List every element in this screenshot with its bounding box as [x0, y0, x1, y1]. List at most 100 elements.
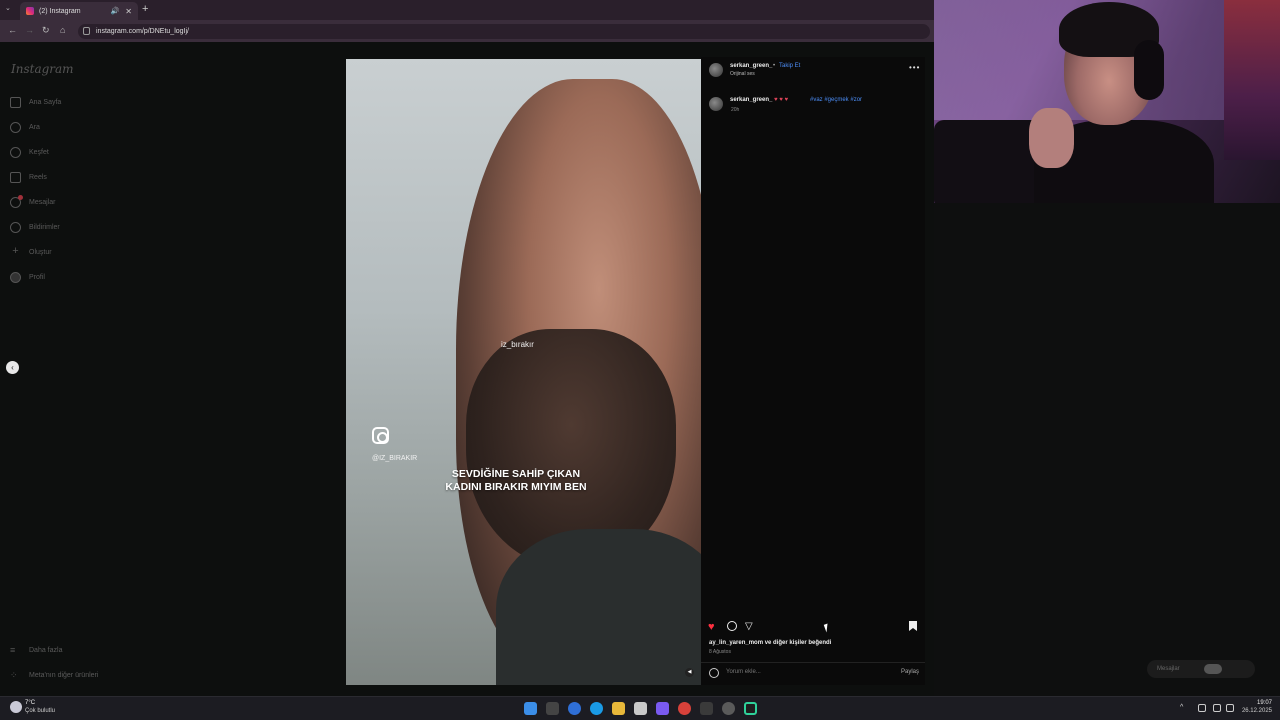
site-info-icon[interactable] [83, 27, 90, 35]
instagram-logo[interactable]: Instagram [11, 62, 74, 76]
avatar-icon [10, 271, 21, 283]
caption-emoji: ♥ ♥ ♥ [774, 97, 789, 103]
avatar[interactable] [709, 63, 723, 77]
webcam-hand [1029, 108, 1074, 168]
sidebar-item-label: Mesajlar [29, 198, 56, 206]
sidebar-item-create[interactable]: + Oluştur [10, 244, 52, 259]
sidebar-item-label: Keşfet [29, 148, 49, 156]
browser-tab-instagram[interactable]: (2) Instagram 🔊 ✕ [20, 2, 138, 20]
sidebar-item-label: Reels [29, 173, 47, 181]
address-bar[interactable]: instagram.com/p/DNEtu_logIj/ [78, 24, 930, 39]
app-icon[interactable] [568, 702, 581, 715]
audio-label[interactable]: Orijinal ses [730, 71, 755, 77]
separator-dot: • [773, 63, 776, 69]
likes-summary[interactable]: ay_lin_yaren_mom ve diğer kişiler beğend… [709, 640, 831, 646]
plus-icon: + [12, 244, 19, 257]
browser-tab-strip [0, 0, 934, 20]
follow-button[interactable]: Takip Et [779, 63, 800, 69]
divider [701, 662, 925, 663]
sidebar-item-label: Oluştur [29, 248, 52, 256]
url-text: instagram.com/p/DNEtu_logIj/ [96, 28, 189, 35]
video-watermark: iz_bırakır [501, 340, 534, 349]
task-view-icon[interactable] [546, 702, 559, 715]
tray-chevron-up-icon[interactable]: ^ [1180, 704, 1183, 711]
video-caption: SEVDİĞİNE SAHİP ÇIKAN KADINI BIRAKIR MIY… [406, 468, 626, 494]
sidebar-item-meta-products[interactable]: ⁘ Meta'nın diğer ürünleri [10, 668, 98, 682]
discord-icon[interactable] [656, 702, 669, 715]
clock-time[interactable]: 19:07 [1242, 700, 1272, 706]
obs-recording-icon[interactable] [744, 702, 757, 715]
sidebar-item-label: Ana Sayfa [29, 98, 62, 106]
post-video[interactable]: iz_bırakır @IZ_BIRAKIR SEVDİĞİNE SAHİP Ç… [346, 59, 701, 685]
chrome-browser-icon[interactable] [678, 702, 691, 715]
home-icon [10, 96, 21, 108]
weather-description[interactable]: Çok bulutlu [25, 708, 55, 714]
search-icon [10, 121, 21, 133]
instagram-icon [372, 427, 389, 444]
video-handle: @IZ_BIRAKIR [372, 455, 418, 462]
video-caption-line: KADINI BIRAKIR MIYIM BEN [445, 481, 587, 493]
store-icon[interactable] [634, 702, 647, 715]
sidebar-item-reels[interactable]: Reels [10, 170, 47, 184]
headset-icon [1134, 40, 1164, 100]
share-icon[interactable]: ▽ [745, 621, 753, 632]
file-explorer-icon[interactable] [612, 702, 625, 715]
caption-avatar[interactable] [709, 97, 723, 111]
like-heart-icon[interactable]: ♥ [708, 621, 715, 633]
close-tab-icon[interactable]: ✕ [125, 7, 132, 16]
network-icon[interactable] [1213, 704, 1221, 712]
sidebar-item-profile[interactable]: Profil [10, 270, 45, 284]
tab-audio-icon[interactable]: 🔊 [111, 7, 120, 15]
sidebar-item-home[interactable]: Ana Sayfa [10, 95, 61, 109]
heart-icon [10, 221, 21, 233]
post-details-panel [701, 57, 925, 685]
back-arrow-icon[interactable]: ← [8, 25, 17, 35]
menu-icon: ≡ [10, 644, 16, 655]
home-button-icon[interactable]: ⌂ [60, 25, 65, 35]
sidebar-item-label: Daha fazla [29, 646, 63, 654]
emoji-icon[interactable] [709, 668, 719, 678]
sidebar-item-search[interactable]: Ara [10, 120, 40, 134]
reels-icon [10, 171, 21, 183]
forward-arrow-icon[interactable]: → [25, 25, 34, 35]
caption-username[interactable]: serkan_green_ [730, 97, 772, 103]
messages-pill[interactable]: Mesajlar [1147, 660, 1255, 678]
compass-icon [10, 146, 21, 158]
sidebar-item-explore[interactable]: Keşfet [10, 145, 49, 159]
tab-search-button[interactable]: ⌄ [5, 4, 11, 12]
weather-temperature[interactable]: 7°C [25, 700, 35, 706]
mic-icon[interactable] [1198, 704, 1206, 712]
settings-gear-icon[interactable] [722, 702, 735, 715]
post-date: 8 Ağustos [709, 649, 731, 655]
messages-pill-label: Mesajlar [1157, 666, 1180, 672]
video-jacket-shape [496, 529, 701, 685]
mute-icon[interactable]: ◀ [685, 668, 694, 677]
caption-hashtags[interactable]: #vaz #geçmek #zor [810, 97, 862, 103]
comment-input[interactable]: Yorum ekle... [726, 669, 761, 675]
notification-badge [18, 194, 23, 200]
previous-post-button[interactable]: ‹ [6, 361, 19, 374]
webcam-chair [934, 120, 1044, 203]
comment-icon[interactable] [727, 621, 737, 631]
volume-icon[interactable] [1226, 704, 1234, 712]
post-comment-button[interactable]: Paylaş [901, 669, 919, 675]
edge-browser-icon[interactable] [590, 702, 603, 715]
new-tab-button[interactable]: + [142, 3, 148, 15]
more-options-icon[interactable]: ••• [909, 63, 920, 72]
sidebar-item-notifications[interactable]: Bildirimler [10, 220, 60, 234]
post-username[interactable]: serkan_green_ [730, 63, 772, 69]
webcam-overlay [934, 0, 1280, 203]
sidebar-item-messages[interactable]: Mesajlar [10, 194, 56, 209]
windows-start-icon[interactable] [524, 702, 537, 715]
sidebar-item-label: Ara [29, 123, 40, 131]
grid-icon: ⁘ [10, 669, 18, 680]
sidebar-item-more[interactable]: ≡ Daha fazla [10, 643, 62, 657]
tab-title: (2) Instagram [39, 7, 81, 15]
page-right-area [934, 203, 1280, 696]
app-icon[interactable] [700, 702, 713, 715]
webcam-shelf [1224, 0, 1280, 160]
sidebar-item-label: Bildirimler [29, 223, 60, 231]
weather-cloud-icon[interactable] [10, 701, 22, 713]
clock-date[interactable]: 26.12.2025 [1238, 708, 1272, 714]
reload-icon[interactable]: ↻ [42, 25, 50, 36]
